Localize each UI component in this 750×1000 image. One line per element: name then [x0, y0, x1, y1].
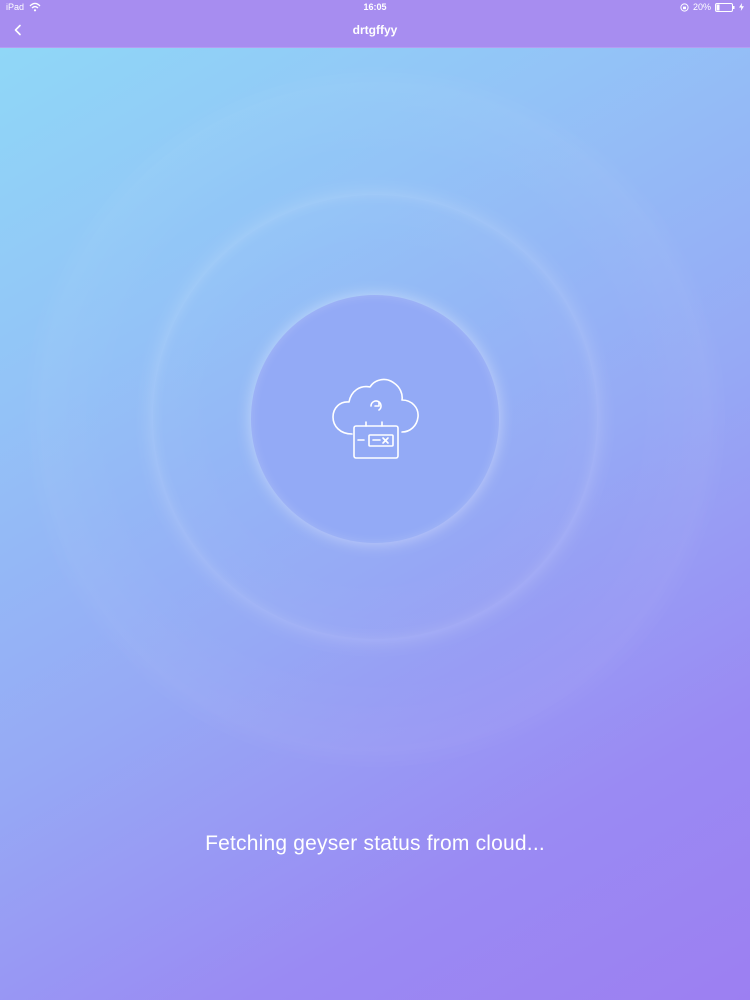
status-bar: iPad 16:05 20%: [0, 0, 750, 14]
rotation-lock-icon: [680, 2, 689, 12]
loading-message: Fetching geyser status from cloud...: [205, 832, 545, 855]
cloud-device-icon: [332, 378, 419, 459]
battery-percent: 20%: [692, 2, 711, 12]
app-screen: iPad 16:05 20% drtgffyy Fetching geyser …: [0, 0, 750, 1000]
status-time: 16:05: [363, 2, 387, 12]
charging-icon: [739, 3, 744, 11]
page-title: drtgffyy: [352, 23, 398, 37]
status-right: 20%: [680, 0, 744, 14]
battery-icon: [715, 2, 735, 12]
navigation-bar: drtgffyy: [0, 14, 750, 48]
